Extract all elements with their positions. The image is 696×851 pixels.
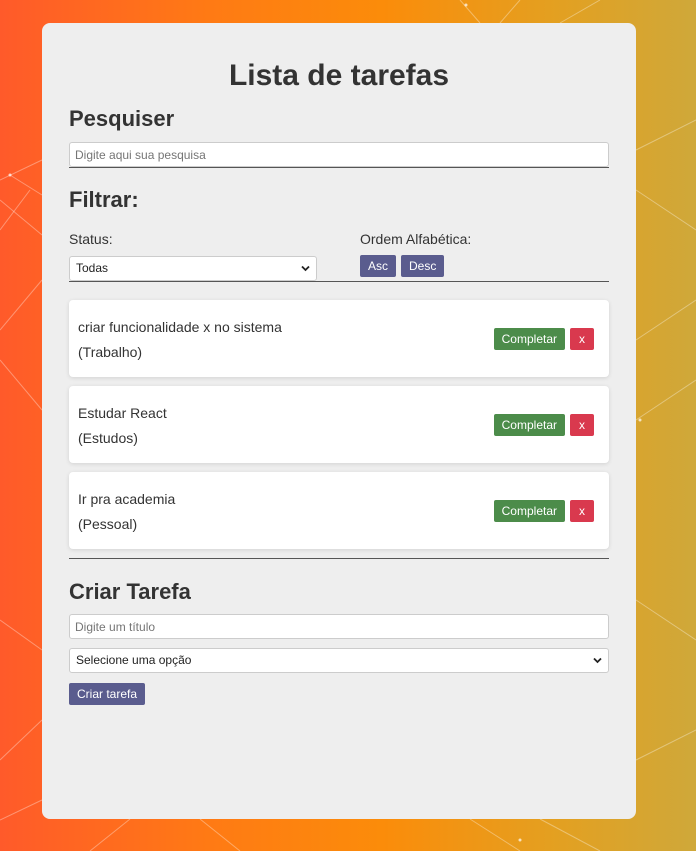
remove-button[interactable]: x <box>570 414 594 436</box>
category-select[interactable]: Selecione uma opção <box>69 648 609 673</box>
todo-item: Estudar React (Estudos) Completar x <box>69 386 609 463</box>
search-input[interactable] <box>69 142 609 167</box>
filter-heading: Filtrar: <box>69 187 139 212</box>
create-heading: Criar Tarefa <box>69 579 191 604</box>
order-filter: Ordem Alfabética: Asc Desc <box>360 231 609 281</box>
todo-actions: Completar x <box>493 500 594 522</box>
todo-actions: Completar x <box>493 328 594 350</box>
status-label: Status: <box>69 231 113 247</box>
complete-button[interactable]: Completar <box>493 414 565 436</box>
todo-app-card: Lista de tarefas Pesquiser Filtrar: Stat… <box>42 23 636 819</box>
todo-item: Ir pra academia (Pessoal) Completar x <box>69 472 609 549</box>
todo-text: Estudar React <box>78 405 167 421</box>
todo-text: criar funcionalidade x no sistema <box>78 319 282 335</box>
create-task-button[interactable]: Criar tarefa <box>69 683 146 705</box>
sort-asc-button[interactable]: Asc <box>360 255 397 277</box>
order-label: Ordem Alfabética: <box>360 231 472 247</box>
chevron-down-icon <box>593 657 602 664</box>
remove-button[interactable]: x <box>570 500 594 522</box>
todo-list: criar funcionalidade x no sistema (Traba… <box>69 300 609 549</box>
chevron-down-icon <box>301 265 310 272</box>
category-selected-value: Selecione uma opção <box>76 653 192 667</box>
filter-row: Status: Todas Ordem Alfabética: Asc Desc <box>69 231 609 281</box>
remove-button[interactable]: x <box>570 328 594 350</box>
order-buttons: Asc Desc <box>360 255 609 277</box>
page-title: Lista de tarefas <box>228 59 450 92</box>
todo-item: criar funcionalidade x no sistema (Traba… <box>69 300 609 377</box>
todo-text: Ir pra academia <box>78 491 176 507</box>
todo-category: (Trabalho) <box>78 344 143 360</box>
divider <box>69 167 609 168</box>
task-title-input[interactable] <box>69 614 609 639</box>
status-select[interactable]: Todas <box>69 256 317 281</box>
todo-category: (Pessoal) <box>78 516 138 532</box>
complete-button[interactable]: Completar <box>493 328 565 350</box>
todo-category: (Estudos) <box>78 430 138 446</box>
search-heading: Pesquiser <box>69 106 175 131</box>
sort-desc-button[interactable]: Desc <box>401 255 445 277</box>
divider <box>69 558 609 559</box>
status-selected-value: Todas <box>76 261 109 275</box>
complete-button[interactable]: Completar <box>493 500 565 522</box>
divider <box>69 281 609 282</box>
status-filter: Status: Todas <box>69 231 360 281</box>
todo-actions: Completar x <box>493 414 594 436</box>
